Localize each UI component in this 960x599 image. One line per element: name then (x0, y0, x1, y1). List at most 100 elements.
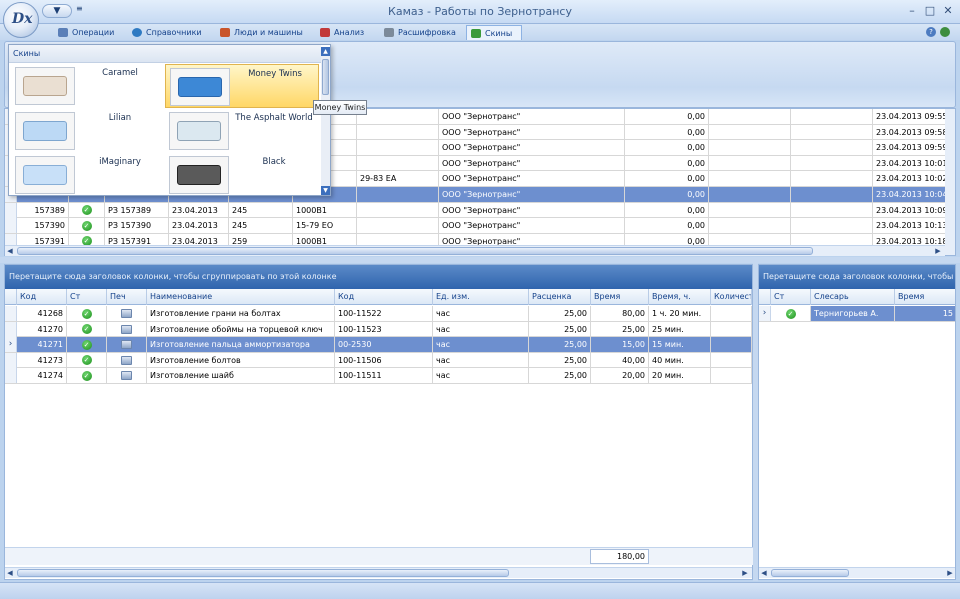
col-header-time-h[interactable]: Время, ч. (649, 289, 711, 305)
code-cell[interactable]: 41273 (17, 352, 67, 368)
scroll-left-icon[interactable]: ◀ (759, 568, 769, 578)
empty-cell[interactable] (709, 124, 791, 140)
printer-icon[interactable] (121, 371, 132, 381)
printer-icon[interactable] (121, 340, 132, 350)
table-row[interactable]: 41268 ✓ Изготовление грани на болтах 100-11… (5, 306, 752, 322)
dt-cell[interactable]: 23.04.2013 10:02 (873, 171, 947, 187)
model-cell[interactable]: 15-79 ЕО (293, 218, 357, 234)
code-cell[interactable]: 41268 (17, 306, 67, 321)
skin-item-black[interactable]: Black (165, 153, 319, 197)
dt-cell[interactable]: 23.04.2013 10:13 (873, 218, 947, 234)
n-cell[interactable]: 245 (229, 202, 293, 218)
scroll-up-icon[interactable]: ▲ (321, 47, 330, 56)
empty-cell[interactable] (791, 155, 873, 171)
empty-cell[interactable] (709, 109, 791, 124)
quantity-cell[interactable] (711, 337, 752, 353)
gos-cell[interactable] (357, 124, 439, 140)
time-cell[interactable]: 15,00 (591, 337, 649, 353)
name-cell[interactable]: Изготовление шайб (147, 368, 335, 384)
col-header-code[interactable]: Код (17, 289, 67, 305)
dt-cell[interactable]: 23.04.2013 10:09 (873, 202, 947, 218)
scroll-right-icon[interactable]: ▶ (933, 246, 943, 256)
sum-cell[interactable]: 0,00 (625, 171, 709, 187)
skin-item-caramel[interactable]: Caramel (11, 64, 165, 108)
table-row[interactable]: 41274 ✓ Изготовление шайб 100-11511 час 25,00… (5, 368, 752, 384)
tab-people-machines[interactable]: Люди и машины (216, 25, 309, 40)
col-header-quantity[interactable]: Количество (711, 289, 752, 305)
group-by-panel[interactable]: Перетащите сюда заголовок колонки, чтобы… (759, 265, 955, 289)
col-header-unit[interactable]: Ед. изм. (433, 289, 529, 305)
gos-cell[interactable] (357, 218, 439, 234)
org-cell[interactable]: ООО "Зернотранс" (439, 140, 625, 156)
scrollbar-thumb[interactable] (771, 569, 849, 577)
code-cell[interactable]: 41271 (17, 337, 67, 353)
model-cell[interactable]: 1000В1 (293, 202, 357, 218)
sum-cell[interactable]: 0,00 (625, 202, 709, 218)
org-cell[interactable]: ООО "Зернотранс" (439, 155, 625, 171)
code2-cell[interactable]: 00-2530 (335, 337, 433, 353)
status-cell[interactable]: ✓ (67, 352, 107, 368)
status-cell[interactable]: ✓ (67, 368, 107, 384)
sum-cell[interactable]: 0,00 (625, 124, 709, 140)
tab-references[interactable]: Справочники (128, 25, 208, 40)
empty-cell[interactable] (709, 218, 791, 234)
col-header-time[interactable]: Время (591, 289, 649, 305)
n-cell[interactable]: 245 (229, 218, 293, 234)
help-icon[interactable]: ? (926, 27, 936, 37)
col-header-status[interactable]: Ст (67, 289, 107, 305)
rate-cell[interactable]: 25,00 (529, 321, 591, 337)
status-cell[interactable]: ✓ (67, 321, 107, 337)
empty-cell[interactable] (791, 124, 873, 140)
tab-analysis[interactable]: Анализ (316, 25, 370, 40)
gos-cell[interactable] (357, 202, 439, 218)
skin-item-asphalt-world[interactable]: The Asphalt World (165, 109, 319, 153)
scrollbar-thumb[interactable] (322, 59, 329, 95)
tab-skins[interactable]: Скины (466, 25, 522, 40)
col-header-time[interactable]: Время (895, 289, 955, 305)
print-cell[interactable] (107, 321, 147, 337)
date-cell[interactable]: 23.04.2013 (169, 218, 229, 234)
org-cell[interactable]: ООО "Зернотранс" (439, 218, 625, 234)
empty-cell[interactable] (791, 218, 873, 234)
table-row[interactable]: 157389 ✓ РЗ 157389 23.04.2013 245 1000В1 ООО "… (5, 202, 947, 219)
workers-horizontal-scrollbar[interactable]: ◀ ▶ (759, 567, 955, 578)
sum-cell[interactable]: 0,00 (625, 218, 709, 234)
close-button[interactable]: ✕ (940, 3, 956, 19)
status-cell[interactable]: ✓ (69, 202, 105, 218)
table-row[interactable]: 41270 ✓ Изготовление обоймы на торцевой кл… (5, 321, 752, 338)
skin-item-imaginary[interactable]: iMaginary (11, 153, 165, 197)
printer-icon[interactable] (121, 309, 132, 318)
col-header-print[interactable]: Печ (107, 289, 147, 305)
time-cell[interactable]: 20,00 (591, 368, 649, 384)
code2-cell[interactable]: 100-11506 (335, 352, 433, 368)
sum-cell[interactable]: 0,00 (625, 187, 709, 202)
empty-cell[interactable] (791, 171, 873, 187)
status-cell[interactable]: ✓ (69, 218, 105, 234)
print-cell[interactable] (107, 368, 147, 384)
skin-item-lilian[interactable]: Lilian (11, 109, 165, 153)
time-h-cell[interactable]: 40 мин. (649, 352, 711, 368)
dt-cell[interactable]: 23.04.2013 10:04 (873, 187, 947, 202)
unit-cell[interactable]: час (433, 321, 529, 337)
scroll-left-icon[interactable]: ◀ (5, 246, 15, 256)
unit-cell[interactable]: час (433, 337, 529, 353)
tab-decoding[interactable]: Расшифровка (380, 25, 462, 40)
time-h-cell[interactable]: 1 ч. 20 мин. (649, 306, 711, 321)
empty-cell[interactable] (791, 140, 873, 156)
sum-cell[interactable]: 0,00 (625, 109, 709, 124)
code2-cell[interactable]: 100-11523 (335, 321, 433, 337)
sum-cell[interactable]: 0,00 (625, 140, 709, 156)
unit-cell[interactable]: час (433, 306, 529, 321)
col-header-rate[interactable]: Расценка (529, 289, 591, 305)
worker-cell[interactable]: Тернигорьев А. (811, 306, 895, 321)
rate-cell[interactable]: 25,00 (529, 306, 591, 321)
info-icon[interactable] (940, 27, 950, 37)
time-cell[interactable]: 15 (895, 306, 955, 321)
code2-cell[interactable]: 100-11522 (335, 306, 433, 321)
group-by-panel[interactable]: Перетащите сюда заголовок колонки, чтобы… (5, 265, 752, 289)
rate-cell[interactable]: 25,00 (529, 368, 591, 384)
orders-vertical-scrollbar[interactable] (945, 109, 955, 255)
sum-cell[interactable]: 0,00 (625, 155, 709, 171)
org-cell[interactable]: ООО "Зернотранс" (439, 109, 625, 124)
skins-scrollbar[interactable]: ▲ ▼ (321, 47, 330, 195)
